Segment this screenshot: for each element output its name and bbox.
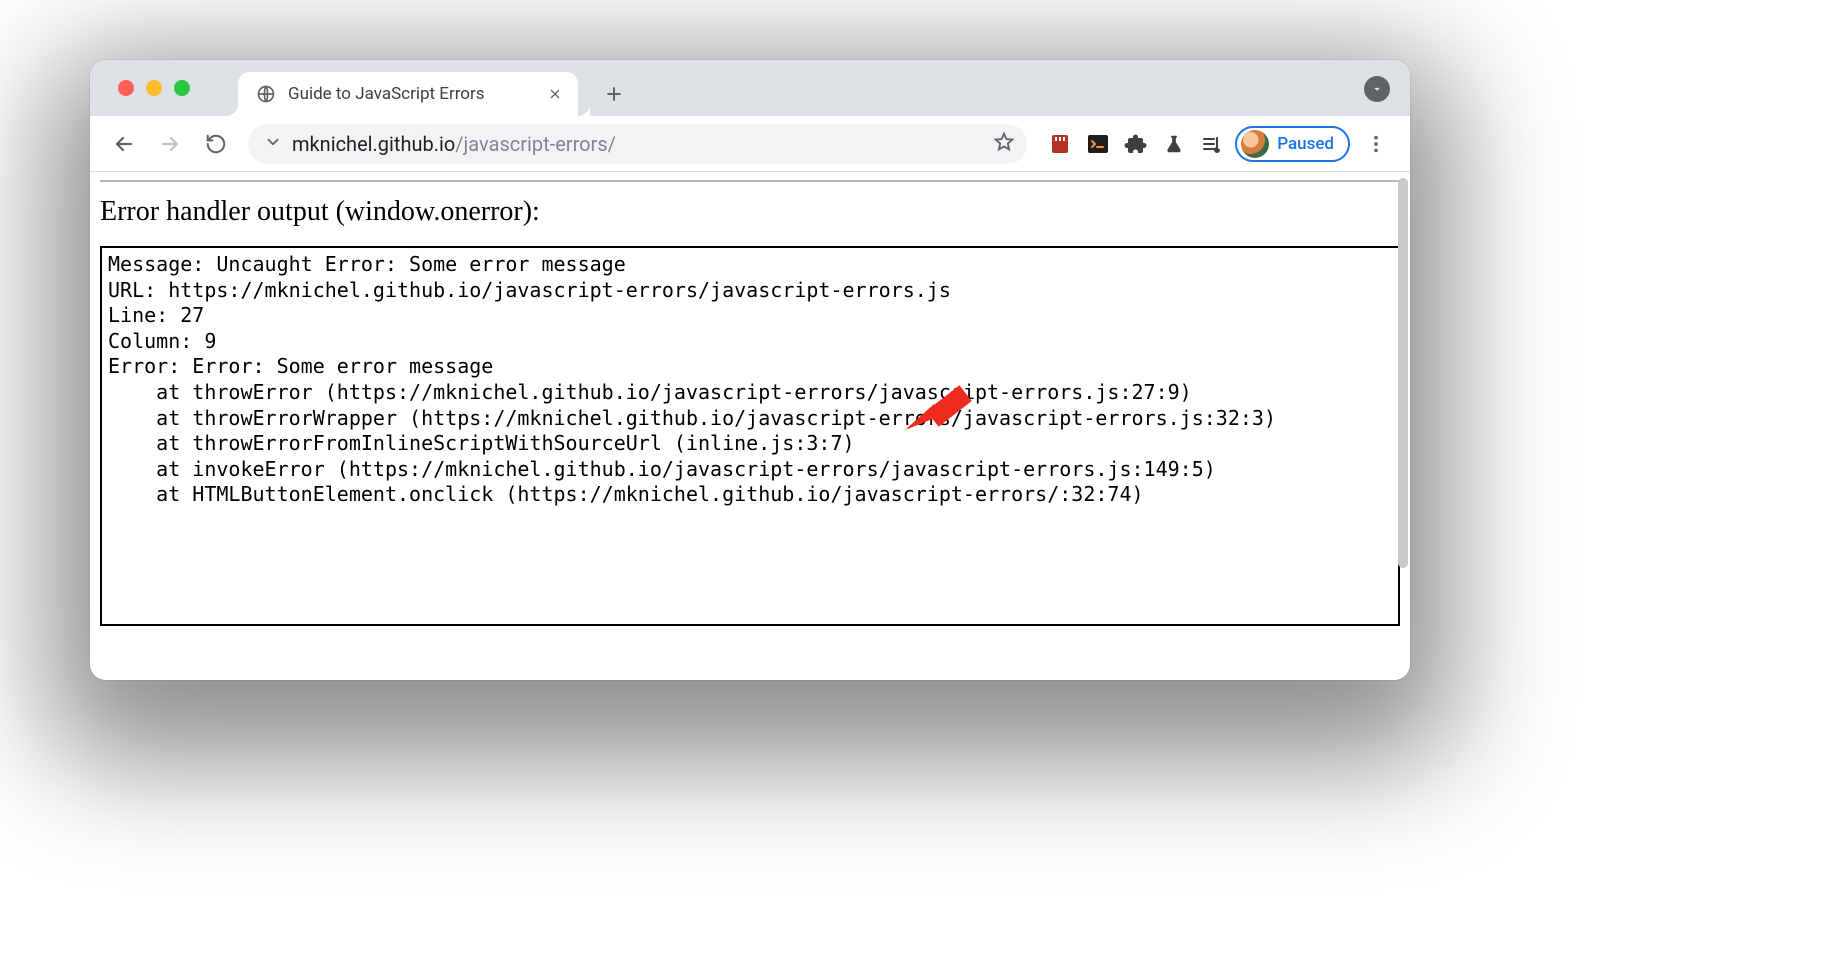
browser-tab[interactable]: Guide to JavaScript Errors [238,72,578,116]
browser-menu-button[interactable] [1356,124,1396,164]
extensions-button[interactable] [1123,131,1149,157]
close-window-button[interactable] [118,80,134,96]
extension-terminal-icon[interactable] [1085,131,1111,157]
tab-strip: Guide to JavaScript Errors [90,60,1410,116]
page-body: Error handler output (window.onerror): M… [90,172,1410,626]
back-button[interactable] [104,124,144,164]
maximize-window-button[interactable] [174,80,190,96]
avatar [1241,130,1269,158]
page-viewport: Error handler output (window.onerror): M… [90,172,1410,680]
url-path: /javascript-errors/ [455,132,616,156]
profile-button[interactable]: Paused [1235,126,1350,162]
tab-title: Guide to JavaScript Errors [288,84,534,104]
extension-sd-card-icon[interactable] [1047,131,1073,157]
error-output-box: Message: Uncaught Error: Some error mess… [100,246,1400,626]
toolbar: mknichel.github.io/javascript-errors/ [90,116,1410,172]
globe-icon [256,84,276,104]
url-host: mknichel.github.io [292,132,455,156]
divider [100,180,1400,182]
close-tab-button[interactable] [546,85,564,103]
bookmark-button[interactable] [993,131,1015,157]
profile-status-label: Paused [1277,134,1334,154]
reload-button[interactable] [196,124,236,164]
site-info-button[interactable] [264,133,282,155]
url-text: mknichel.github.io/javascript-errors/ [292,132,983,156]
labs-button[interactable] [1161,131,1187,157]
extensions-row [1047,131,1225,157]
address-bar[interactable]: mknichel.github.io/javascript-errors/ [248,124,1027,164]
window-menu-button[interactable] [1364,76,1390,102]
browser-window: Guide to JavaScript Errors [90,60,1410,680]
minimize-window-button[interactable] [146,80,162,96]
forward-button[interactable] [150,124,190,164]
window-controls [118,80,190,96]
new-tab-button[interactable] [596,76,632,112]
section-heading: Error handler output (window.onerror): [100,196,1400,228]
media-control-button[interactable] [1199,131,1225,157]
scrollbar[interactable] [1398,178,1408,568]
